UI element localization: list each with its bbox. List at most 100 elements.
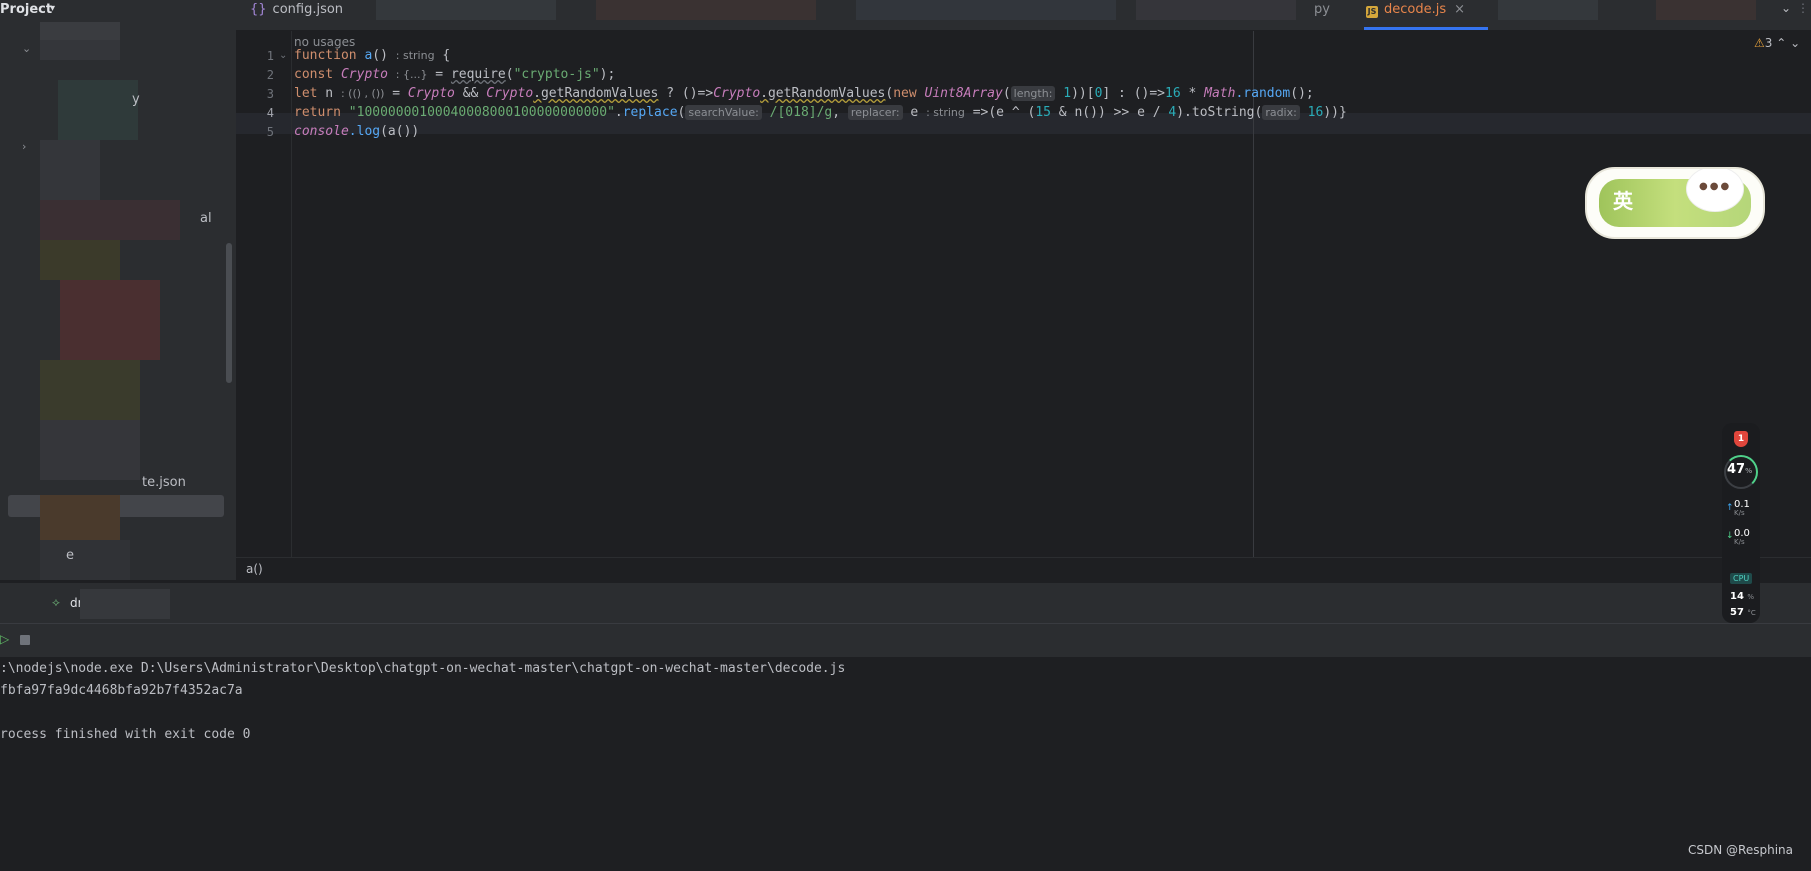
code-line-5[interactable]: console.log(a()) [294, 124, 419, 139]
tree-item-fragment[interactable]: al [200, 211, 212, 226]
code-line-4[interactable]: return "10000000100040008000100000000000… [294, 105, 1347, 120]
chevron-down-icon[interactable]: ⌄ [1790, 36, 1800, 50]
tree-item-fragment[interactable]: y [132, 92, 140, 107]
obscured-tab [856, 0, 1116, 20]
code-line-1[interactable]: function a() : string { [294, 48, 450, 63]
tab-python-file[interactable]: py [1314, 0, 1330, 30]
tab-decode-js[interactable]: JS decode.js × [1366, 0, 1478, 30]
parameter-hint: replacer: [847, 105, 903, 120]
tab-label: decode.js [1384, 2, 1447, 17]
warnings-indicator[interactable]: ⚠3 ⌃ ⌄ [1754, 36, 1800, 50]
code-token: && [454, 86, 487, 101]
tree-item-fragment[interactable]: te.json [142, 475, 186, 490]
obscured-tree-block [40, 140, 100, 200]
breadcrumb-bar: a() [236, 557, 1811, 582]
percent-unit: % [1745, 467, 1753, 475]
warning-icon: ⚠ [1754, 36, 1765, 50]
code-line-2[interactable]: const Crypto : {...} = require("crypto-j… [294, 67, 615, 82]
obscured-tree-block [40, 40, 120, 60]
variable: Crypto [340, 67, 388, 82]
method: .random [1235, 86, 1291, 101]
line-number: 2 [266, 68, 274, 82]
code-token: = [384, 86, 408, 101]
chevron-up-icon[interactable]: ⌃ [1776, 36, 1786, 50]
project-title[interactable]: Project [0, 2, 52, 17]
breadcrumb[interactable]: a() [246, 562, 263, 576]
no-usages-hint[interactable]: no usages [294, 35, 355, 49]
code-token: =>(e ^ ( [964, 105, 1036, 120]
method: .getRandomValues [760, 86, 886, 101]
console-output[interactable]: :\nodejs\node.exe D:\Users\Administrator… [0, 657, 1811, 871]
speed-unit: K/s [1734, 509, 1745, 517]
code-token: , [832, 105, 848, 120]
obscured-tree-block [40, 420, 140, 480]
project-sidebar: Project ▾ ⌄ › y al te.json e [0, 0, 236, 580]
collapse-arrow-icon[interactable]: › [22, 140, 26, 153]
console-exit-line: rocess finished with exit code 0 [0, 727, 251, 742]
regex-literal: /[018]/g [769, 105, 833, 120]
keyword: let [294, 86, 318, 101]
cpu-usage: 14 % [1730, 591, 1754, 602]
stop-icon[interactable] [20, 635, 30, 645]
obscured-tree-block [40, 22, 120, 40]
rerun-icon[interactable]: ▷ [0, 632, 9, 646]
upload-speed: 0.1 K/s [1734, 500, 1750, 518]
string-literal: "crypto-js" [513, 67, 600, 82]
mascot-face-icon: ●●● [1699, 181, 1732, 192]
function-call: require [450, 67, 506, 82]
code-editor[interactable]: no usages ⌄ ⚠3 ⌃ ⌄ 1 2 3 4 5 function a(… [236, 31, 1811, 557]
code-token: ( [677, 105, 686, 120]
code-token: { [442, 48, 451, 63]
number-literal: 16 [1307, 105, 1324, 120]
project-header[interactable]: Project ▾ [0, 0, 236, 20]
tab-label: py [1314, 2, 1330, 17]
parameter-hint: searchValue: [685, 105, 762, 120]
number-literal: 1 [1063, 86, 1072, 101]
ime-input-widget[interactable]: 英 ●●● [1585, 167, 1765, 239]
variable: Crypto [407, 86, 455, 101]
tab-label: config.json [272, 2, 344, 17]
variable: n [317, 86, 334, 101]
keyword: function [294, 48, 357, 63]
line-number: 4 [266, 106, 274, 120]
more-icon[interactable]: ⋮ [1797, 1, 1809, 15]
obscured-tab [1498, 0, 1598, 20]
code-token: ( [505, 67, 514, 82]
type-hint: : string [395, 49, 435, 62]
expand-arrow-icon[interactable]: ⌄ [22, 42, 31, 55]
temp-unit: °C [1747, 609, 1756, 617]
fold-arrow-icon[interactable]: ⌄ [279, 50, 287, 61]
class-name: Uint8Array [924, 86, 1003, 101]
tree-item-fragment[interactable]: e [66, 548, 74, 563]
memory-usage-value: 47 [1727, 462, 1746, 477]
close-icon[interactable]: × [1454, 2, 1465, 17]
variable: Crypto [713, 86, 761, 101]
obscured-tab [1656, 0, 1756, 20]
watermark: CSDN @Resphina [1688, 843, 1793, 857]
obscured-tab [376, 0, 556, 20]
code-token: (a()) [380, 124, 420, 139]
chevron-down-icon[interactable]: ▾ [50, 3, 55, 14]
code-token: ); [599, 67, 616, 82]
code-token: (); [1290, 86, 1314, 101]
number-literal: 15 [1035, 105, 1051, 120]
console-output-line: fbfa97fa9dc4468bfa92b7f4352ac7a [0, 683, 243, 698]
json-file-icon: {} [250, 2, 267, 17]
run-toolbar: ▷ [0, 623, 1811, 658]
tab-config-json[interactable]: {} config.json [250, 0, 343, 30]
shield-icon: 1 [1734, 431, 1748, 447]
class-name: Math [1204, 86, 1236, 101]
warnings-count: 3 [1764, 36, 1773, 50]
obscured-tree-block [40, 540, 130, 580]
sidebar-scrollbar[interactable] [226, 243, 232, 383]
chevron-down-icon[interactable]: ⌄ [1781, 1, 1791, 15]
parameter-hint: length: [1010, 86, 1056, 101]
string-literal: "10000000100040008000100000000000" [348, 105, 615, 120]
code-line-3[interactable]: let n : (() , ()) = Crypto && Crypto.get… [294, 86, 1314, 101]
number-literal: 16 [1165, 86, 1181, 101]
cpu-temperature: 57 °C [1730, 607, 1756, 618]
method: .getRandomValues [533, 86, 659, 101]
system-monitor-widget[interactable]: 1 47% ↑ 0.1 K/s ↓ 0.0 K/s CPU 14 % 57 °C [1722, 423, 1760, 623]
type-hint: : string [926, 106, 965, 119]
obscured-run-tab [80, 589, 170, 619]
